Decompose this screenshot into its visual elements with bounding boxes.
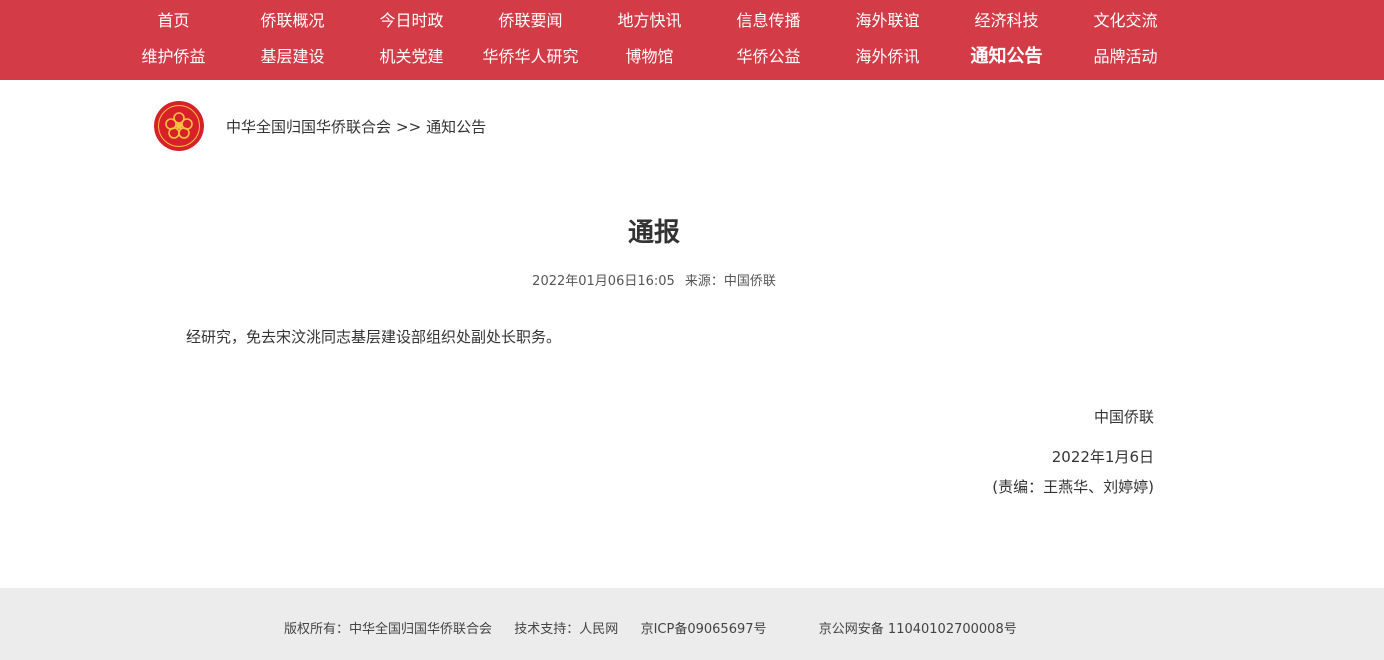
breadcrumb-bar: 中华全国归国华侨联合会 >> 通知公告 — [154, 100, 486, 152]
article-body: 经研究，免去宋汶洮同志基层建设部组织处副处长职务。 — [186, 328, 562, 346]
top-navigation: 首页 侨联概况 今日时政 侨联要闻 地方快讯 信息传播 海外联谊 经济科技 文化… — [0, 0, 1384, 80]
article-source: 来源：中国侨联 — [684, 274, 776, 289]
breadcrumb-home-link[interactable]: 中华全国归国华侨联合会 — [226, 118, 391, 136]
footer: 版权所有：中华全国归国华侨联合会 技术支持：人民网 京ICP备09065697号… — [0, 588, 1384, 660]
signature-date: 2022年1月6日 — [1051, 448, 1154, 466]
nav-item-grassroots[interactable]: 基层建设 — [233, 39, 352, 75]
footer-copyright: 版权所有：中华全国归国华侨联合会 — [284, 622, 493, 637]
nav-item-party-building[interactable]: 机关党建 — [352, 39, 471, 75]
nav-row-1: 首页 侨联概况 今日时政 侨联要闻 地方快讯 信息传播 海外联谊 经济科技 文化… — [114, 3, 1234, 39]
nav-item-research[interactable]: 华侨华人研究 — [471, 39, 590, 75]
article-meta: 2022年01月06日16:05 来源：中国侨联 — [0, 270, 1308, 289]
nav-item-news[interactable]: 侨联要闻 — [471, 3, 590, 39]
breadcrumb-separator: >> — [396, 117, 422, 136]
footer-icp-link[interactable]: 京ICP备09065697号 — [641, 618, 767, 637]
signature-org: 中国侨联 — [1093, 408, 1154, 426]
footer-info: 版权所有：中华全国归国华侨联合会 技术支持：人民网 京ICP备09065697号… — [284, 618, 1017, 637]
nav-item-overseas-news[interactable]: 海外侨讯 — [828, 39, 947, 75]
footer-police-link[interactable]: 京公网安备 11040102700008号 — [819, 618, 1017, 637]
nav-item-overseas-liaison[interactable]: 海外联谊 — [828, 3, 947, 39]
article-datetime: 2022年01月06日16:05 — [532, 274, 675, 289]
nav-item-culture[interactable]: 文化交流 — [1066, 3, 1185, 39]
breadcrumb: 中华全国归国华侨联合会 >> 通知公告 — [226, 116, 486, 137]
article-title: 通报 — [627, 218, 680, 248]
nav-row-2: 维护侨益 基层建设 机关党建 华侨华人研究 博物馆 华侨公益 海外侨讯 通知公告… — [114, 39, 1234, 75]
nav-item-home[interactable]: 首页 — [114, 3, 233, 39]
footer-tech-support: 技术支持：人民网 — [514, 622, 619, 637]
nav-item-rights[interactable]: 维护侨益 — [114, 39, 233, 75]
nav-item-communication[interactable]: 信息传播 — [709, 3, 828, 39]
nav-item-charity[interactable]: 华侨公益 — [709, 39, 828, 75]
breadcrumb-current-link[interactable]: 通知公告 — [426, 118, 486, 136]
nav-item-economy-tech[interactable]: 经济科技 — [947, 3, 1066, 39]
nav-item-brand-events[interactable]: 品牌活动 — [1066, 39, 1185, 75]
nav-item-local-news[interactable]: 地方快讯 — [590, 3, 709, 39]
nav-item-current-affairs[interactable]: 今日时政 — [352, 3, 471, 39]
editor-credit: (责编：王燕华、刘婷婷) — [992, 478, 1154, 496]
nav-item-notices[interactable]: 通知公告 — [947, 39, 1066, 75]
acfroc-emblem-icon[interactable] — [154, 101, 204, 151]
nav-item-museum[interactable]: 博物馆 — [590, 39, 709, 75]
nav-item-overview[interactable]: 侨联概况 — [233, 3, 352, 39]
